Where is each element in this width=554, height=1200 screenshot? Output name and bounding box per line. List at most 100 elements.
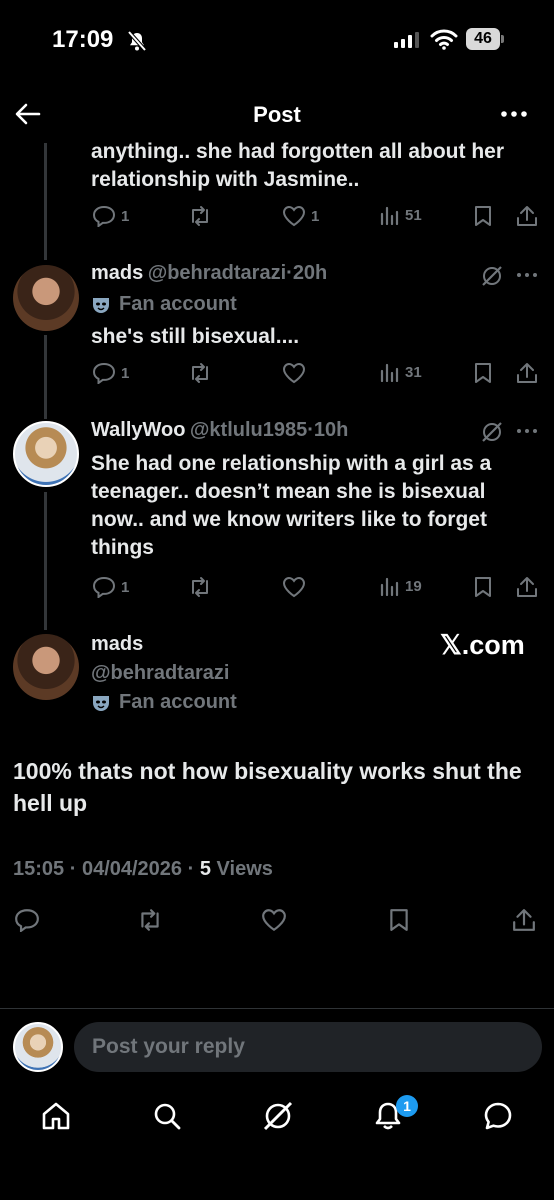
like-icon: [282, 576, 306, 598]
repost-button[interactable]: [188, 362, 212, 384]
views-label: Views: [216, 858, 273, 880]
post-time: 15:05: [13, 858, 65, 880]
reply-icon: [92, 205, 116, 227]
share-icon: [513, 909, 535, 931]
bookmark-icon: [390, 909, 408, 931]
like-button[interactable]: [282, 576, 306, 598]
separator-dot: ·: [307, 419, 314, 441]
avatar[interactable]: [13, 634, 79, 700]
grok-icon[interactable]: [481, 421, 503, 443]
search-icon[interactable]: [151, 1100, 183, 1132]
share-button[interactable]: [512, 908, 536, 932]
tweet-header: mads @behradtarazi·20h: [91, 262, 327, 285]
page-title: Post: [253, 102, 301, 127]
bookmark-icon: [475, 363, 491, 383]
reply-placeholder[interactable]: Post your reply: [92, 1035, 245, 1059]
tweet-text: She had one relationship with a girl as …: [91, 452, 492, 559]
like-icon: [282, 362, 306, 384]
like-button[interactable]: 1: [282, 205, 319, 227]
display-name[interactable]: mads: [91, 633, 143, 656]
fan-account-badge: Fan account: [91, 691, 237, 714]
share-icon: [517, 206, 537, 226]
bookmark-button[interactable]: [473, 205, 493, 227]
like-icon: [262, 909, 286, 932]
more-icon[interactable]: [500, 104, 528, 124]
wifi-icon: [430, 28, 458, 50]
tweet-header: WallyWoo @ktlulu1985·10h: [91, 419, 348, 442]
avatar[interactable]: [13, 1022, 63, 1072]
divider: [0, 1008, 554, 1009]
repost-icon: [192, 206, 208, 226]
handle[interactable]: @ktlulu1985: [190, 419, 307, 441]
share-button[interactable]: [516, 205, 538, 227]
handle[interactable]: @behradtarazi: [148, 262, 286, 284]
bookmark-icon: [475, 577, 491, 597]
handle[interactable]: @behradtarazi: [91, 662, 229, 685]
status-time: 17:09: [52, 26, 114, 53]
share-icon: [517, 577, 537, 597]
like-button[interactable]: [261, 908, 287, 932]
repost-button[interactable]: [188, 576, 212, 598]
tweet-text: she's still bisexual....: [91, 325, 300, 348]
repost-icon: [141, 909, 159, 931]
repost-icon: [192, 363, 208, 383]
repost-button[interactable]: [137, 908, 163, 932]
tweet-text: anything.. she had forgotten all about h…: [91, 140, 505, 191]
timestamp: 20h: [292, 262, 328, 284]
views-count: 19: [405, 577, 422, 595]
share-icon: [517, 363, 537, 383]
reply-icon: [92, 576, 116, 598]
share-button[interactable]: [516, 576, 538, 598]
more-icon[interactable]: [516, 426, 538, 436]
thread-line: [44, 492, 47, 630]
avatar[interactable]: [13, 421, 79, 487]
share-button[interactable]: [516, 362, 538, 384]
fan-account-badge: Fan account: [91, 293, 237, 316]
thread-line: [44, 335, 47, 419]
like-icon: [282, 205, 306, 227]
home-icon[interactable]: [40, 1100, 72, 1132]
timestamp: 10h: [313, 419, 349, 441]
like-count: 1: [311, 207, 320, 225]
post-text: 100% thats not how bisexuality works shu…: [13, 758, 522, 816]
bookmark-icon: [475, 206, 491, 226]
battery-level: 46: [466, 28, 500, 50]
post-date: 04/04/2026: [81, 858, 183, 880]
grok-icon[interactable]: [481, 265, 503, 287]
separator-dot: ·: [286, 262, 293, 284]
reply-icon: [92, 362, 116, 384]
thread-line: [44, 143, 47, 260]
reply-count: 1: [121, 364, 130, 382]
x-watermark: 𝕏.com: [440, 630, 525, 660]
more-icon[interactable]: [516, 270, 538, 280]
reply-button[interactable]: [14, 908, 40, 932]
views-button[interactable]: 31: [380, 362, 422, 382]
reply-button[interactable]: 1: [92, 576, 129, 598]
views-count: 51: [405, 206, 422, 224]
views-button[interactable]: 51: [380, 205, 422, 225]
post-meta: 15:05 · 04/04/2026 · 5 Views: [13, 858, 273, 881]
repost-button[interactable]: [188, 205, 212, 227]
reply-count: 1: [121, 578, 130, 596]
bookmark-button[interactable]: [473, 576, 493, 598]
separator-dot: ·: [69, 858, 77, 880]
fan-account-label: Fan account: [119, 691, 237, 713]
bookmark-button[interactable]: [388, 908, 410, 932]
signal-icon: [394, 32, 422, 48]
views-icon: [380, 206, 399, 225]
like-button[interactable]: [282, 362, 306, 384]
bell-off-icon: [126, 30, 148, 52]
grok-icon[interactable]: [262, 1100, 294, 1132]
avatar[interactable]: [13, 265, 79, 331]
views-button[interactable]: 19: [380, 576, 422, 596]
bookmark-button[interactable]: [473, 362, 493, 384]
views-icon: [380, 577, 399, 596]
display-name[interactable]: mads: [91, 262, 143, 284]
notification-badge: 1: [396, 1095, 418, 1117]
reply-button[interactable]: 1: [92, 205, 129, 227]
display-name[interactable]: WallyWoo: [91, 419, 185, 441]
views-count: 5: [199, 858, 211, 880]
reply-button[interactable]: 1: [92, 362, 129, 384]
repost-icon: [192, 577, 208, 597]
messages-icon[interactable]: [482, 1100, 514, 1132]
